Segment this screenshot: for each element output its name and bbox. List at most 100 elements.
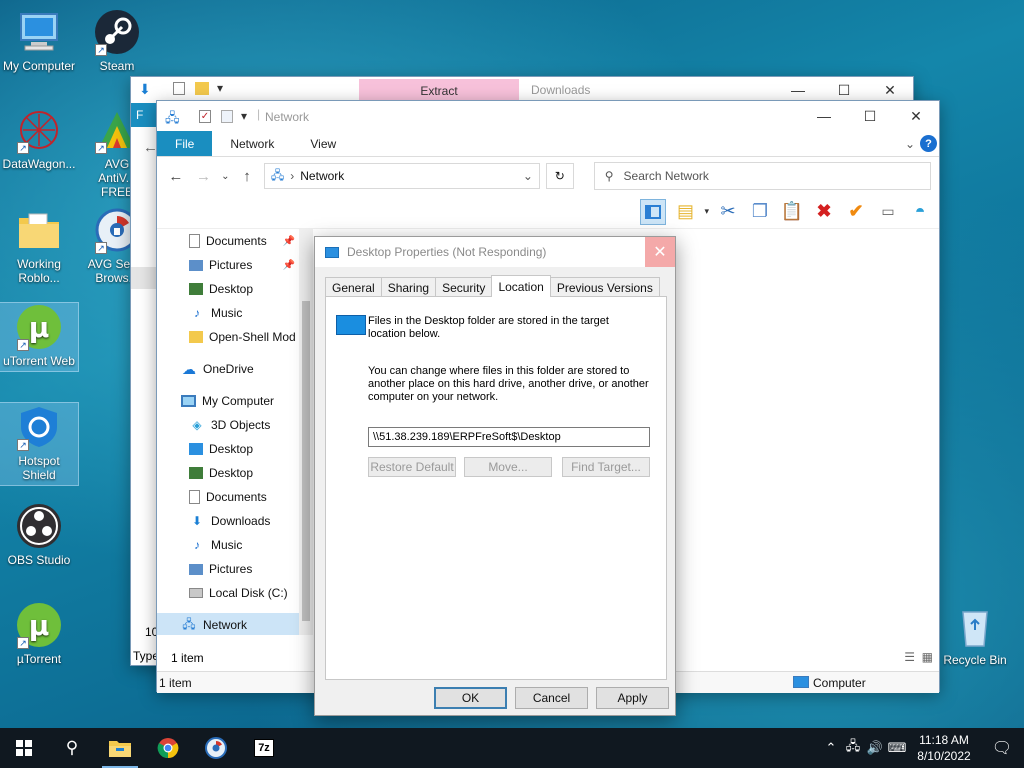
search-button[interactable]: ⚲ <box>48 728 96 768</box>
nav-item-music[interactable]: ♪ Music <box>157 301 299 325</box>
nav-item-desktop[interactable]: Desktop <box>157 277 299 301</box>
navigation-pane[interactable]: Documents 📌 Pictures 📌 Desktop ♪ Music Open… <box>157 229 299 635</box>
desktop-icon-utorrent[interactable]: µ ↗ µTorrent <box>0 601 78 666</box>
recent-dropdown-icon[interactable]: ⌄ <box>220 171 230 182</box>
tab-network[interactable]: Network <box>212 131 292 156</box>
nav-item-pictures[interactable]: Pictures 📌 <box>157 253 299 277</box>
network-titlebar[interactable]: 🖧 ✓ ▾ | Network — ☐ ✕ <box>157 101 939 131</box>
restore-default-button[interactable]: Restore Default <box>368 457 456 477</box>
nav-item-desktop[interactable]: Desktop <box>157 461 299 485</box>
back-scroll-track[interactable] <box>131 267 157 289</box>
tiles-view-icon[interactable]: ▦ <box>922 650 933 664</box>
notifications-icon[interactable]: 🗨 <box>980 738 1024 758</box>
cancel-button[interactable]: Cancel <box>515 687 588 709</box>
desktop-icon-datawagon[interactable]: ↗ DataWagon... <box>0 106 78 171</box>
pin-icon[interactable]: 📌 <box>283 236 295 247</box>
back-arrow-icon[interactable]: ← <box>165 168 187 185</box>
nav-item-music[interactable]: ♪ Music <box>157 533 299 557</box>
properties-icon[interactable]: ✓ <box>199 110 211 123</box>
tab-file[interactable]: File <box>157 131 213 156</box>
nav-item-open-shell[interactable]: Open-Shell Mod <box>157 325 299 349</box>
forward-arrow-icon[interactable]: → <box>193 168 215 185</box>
navigation-pane-icon[interactable] <box>640 198 667 225</box>
network-status-icon[interactable]: 🖧 <box>842 737 864 759</box>
clock[interactable]: 11:18 AM 8/10/2022 <box>908 732 980 764</box>
dropdown-icon[interactable]: ▾ <box>217 81 223 95</box>
nav-pane-scroll-thumb[interactable] <box>302 301 310 621</box>
details-view-icon[interactable]: ☰ <box>904 650 915 664</box>
cut-icon[interactable]: ✂ <box>715 199 741 225</box>
search-input[interactable]: ⚲ Search Network <box>593 162 931 190</box>
desktop-icon-my-computer[interactable]: My Computer <box>0 8 78 73</box>
input-language-icon[interactable]: ⌨ <box>886 740 908 756</box>
paste-icon[interactable]: 📋 <box>779 199 805 225</box>
nav-item-downloads[interactable]: ⬇ Downloads <box>157 509 299 533</box>
location-path-input[interactable]: \\51.38.239.189\ERPFreSoft$\Desktop <box>368 427 650 447</box>
dialog-close-button[interactable]: ✕ <box>645 237 675 267</box>
folder-icon <box>336 315 366 335</box>
apply-button[interactable]: Apply <box>596 687 669 709</box>
properties-check-icon[interactable]: ✔ <box>843 199 869 225</box>
tab-previous-versions[interactable]: Previous Versions <box>549 277 660 297</box>
dropdown-icon[interactable]: ▾ <box>704 206 709 217</box>
close-button[interactable]: ✕ <box>893 101 939 131</box>
taskbar-chrome[interactable] <box>144 728 192 768</box>
tab-location[interactable]: Location <box>491 275 551 297</box>
nav-item-local-disk[interactable]: Local Disk (C:) <box>157 581 299 605</box>
download-arrow-icon: ⬇ <box>139 81 151 97</box>
nav-item-network[interactable]: 🖧 Network <box>157 613 299 635</box>
desktop-icon-recycle-bin[interactable]: Recycle Bin <box>936 602 1014 667</box>
volume-icon[interactable]: 🔊 <box>864 740 886 756</box>
folder-options-icon[interactable]: ▤ <box>672 199 698 225</box>
nav-item-my-computer[interactable]: My Computer <box>157 389 299 413</box>
dialog-titlebar[interactable]: Desktop Properties (Not Responding) <box>315 237 675 267</box>
nav-item-desktop[interactable]: Desktop <box>157 437 299 461</box>
tab-view[interactable]: View <box>292 131 354 156</box>
pin-icon[interactable]: 📌 <box>283 260 295 271</box>
search-placeholder: Search Network <box>623 169 709 183</box>
taskbar-file-explorer[interactable] <box>96 728 144 768</box>
svg-text:µ: µ <box>29 609 50 642</box>
location-panel: Files in the Desktop folder are stored i… <box>325 296 667 680</box>
up-arrow-icon[interactable]: ↑ <box>236 168 258 185</box>
desktop-properties-dialog[interactable]: Desktop Properties (Not Responding) ✕ Ge… <box>314 236 676 716</box>
nav-item-label: Open-Shell Mod <box>209 330 296 344</box>
maximize-button[interactable]: ☐ <box>847 101 893 131</box>
tab-general[interactable]: General <box>325 277 382 297</box>
nav-item-onedrive[interactable]: ☁ OneDrive <box>157 357 299 381</box>
tab-security[interactable]: Security <box>435 277 493 297</box>
open-shell-icon[interactable]: ◓ <box>907 199 933 225</box>
rename-icon[interactable]: ▭ <box>875 199 901 225</box>
refresh-button[interactable]: ↻ <box>545 163 574 189</box>
desktop-icon-obs-studio[interactable]: OBS Studio <box>0 502 78 567</box>
start-button[interactable] <box>0 728 48 768</box>
tab-sharing[interactable]: Sharing <box>380 277 437 297</box>
nav-item-documents[interactable]: Documents <box>157 485 299 509</box>
address-bar[interactable]: 🖧 › Network ⌄ <box>263 163 540 189</box>
nav-item-documents[interactable]: Documents 📌 <box>157 229 299 253</box>
nav-item-3d-objects[interactable]: ◈ 3D Objects <box>157 413 299 437</box>
find-target-button[interactable]: Find Target... <box>562 457 650 477</box>
dropdown-icon[interactable]: ▾ <box>241 109 247 123</box>
taskbar-avg-browser[interactable] <box>192 728 240 768</box>
move-button[interactable]: Move... <box>464 457 552 477</box>
new-folder-icon[interactable] <box>221 110 233 123</box>
expand-ribbon-icon[interactable]: ⌄ <box>905 137 915 151</box>
folder-icon[interactable] <box>195 82 209 95</box>
address-dropdown-icon[interactable]: ⌄ <box>523 169 533 183</box>
minimize-button[interactable]: — <box>801 101 847 131</box>
desktop-icon-working-roblox[interactable]: Working Roblo... <box>0 206 78 285</box>
delete-icon[interactable]: ✖ <box>811 199 837 225</box>
ok-button[interactable]: OK <box>434 687 507 709</box>
nav-item-label: Desktop <box>209 442 254 456</box>
help-icon[interactable]: ? <box>920 135 937 152</box>
taskbar-7zip[interactable]: 7z <box>240 728 288 768</box>
nav-item-pictures[interactable]: Pictures <box>157 557 299 581</box>
desktop-icon-hotspot-shield[interactable]: ↗ Hotspot Shield <box>0 402 79 486</box>
desktop-icon-steam[interactable]: ↗ Steam <box>78 8 156 73</box>
nav-pane-scrollbar[interactable] <box>299 229 313 635</box>
show-hidden-icons-icon[interactable]: ⌃ <box>820 740 842 756</box>
desktop-icon-utorrent-web[interactable]: µ ↗ uTorrent Web <box>0 302 79 372</box>
copy-icon[interactable]: ❐ <box>747 199 773 225</box>
properties-icon[interactable] <box>173 82 185 95</box>
